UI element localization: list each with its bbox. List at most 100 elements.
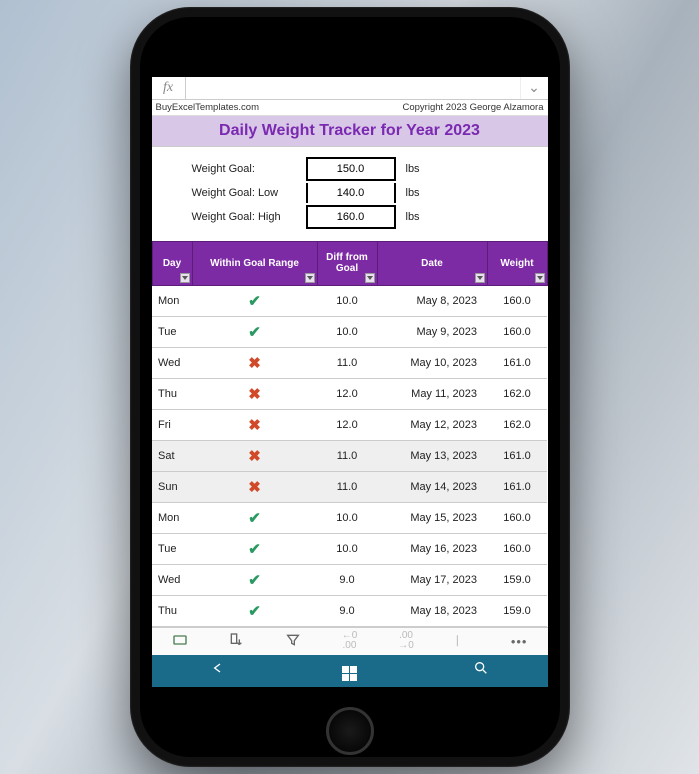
- more-partial-icon[interactable]: ⎸: [449, 635, 477, 648]
- cell-day[interactable]: Thu: [152, 595, 192, 626]
- cell-day[interactable]: Sun: [152, 471, 192, 502]
- col-date[interactable]: Date: [377, 241, 487, 285]
- cell-in-range[interactable]: ✔: [192, 502, 317, 533]
- fx-button[interactable]: fx: [152, 77, 186, 99]
- cell-in-range[interactable]: ✔: [192, 595, 317, 626]
- cell-day[interactable]: Mon: [152, 285, 192, 316]
- cell-in-range[interactable]: ✖: [192, 471, 317, 502]
- table-row[interactable]: Fri✖12.0May 12, 2023162.0: [152, 409, 547, 440]
- cell-in-range[interactable]: ✔: [192, 533, 317, 564]
- cell-weight[interactable]: 160.0: [487, 285, 547, 316]
- cell-diff[interactable]: 9.0: [317, 564, 377, 595]
- cell-weight[interactable]: 159.0: [487, 595, 547, 626]
- cell-day[interactable]: Wed: [152, 564, 192, 595]
- cell-diff[interactable]: 10.0: [317, 502, 377, 533]
- cell-diff[interactable]: 10.0: [317, 533, 377, 564]
- cell-in-range[interactable]: ✔: [192, 564, 317, 595]
- col-diff[interactable]: Diff from Goal: [317, 241, 377, 285]
- cell-date[interactable]: May 11, 2023: [377, 378, 487, 409]
- goal-value-low[interactable]: 140.0: [306, 183, 396, 203]
- cell-in-range[interactable]: ✖: [192, 378, 317, 409]
- windows-icon[interactable]: [342, 660, 357, 681]
- cell-day[interactable]: Tue: [152, 533, 192, 564]
- home-button[interactable]: [326, 707, 374, 755]
- table-row[interactable]: Sun ✖ 11.0May 14, 2023161.0: [152, 471, 547, 502]
- goal-value-target[interactable]: 150.0: [306, 157, 396, 181]
- cell-weight[interactable]: 160.0: [487, 533, 547, 564]
- cell-in-range[interactable]: ✔: [192, 316, 317, 347]
- check-icon: ✔: [248, 603, 261, 620]
- cell-date[interactable]: May 13, 2023: [377, 440, 487, 471]
- decrease-decimal-icon[interactable]: ←0.00: [335, 631, 363, 651]
- table-row[interactable]: Mon✔10.0May 15, 2023160.0: [152, 502, 547, 533]
- cross-icon: ✖: [248, 479, 261, 496]
- cell-diff[interactable]: 12.0: [317, 378, 377, 409]
- cell-weight[interactable]: 159.0: [487, 564, 547, 595]
- cell-date[interactable]: May 8, 2023: [377, 285, 487, 316]
- table-row[interactable]: Tue✔10.0May 16, 2023160.0: [152, 533, 547, 564]
- cell-date[interactable]: May 17, 2023: [377, 564, 487, 595]
- sort-icon[interactable]: [222, 632, 250, 651]
- cell-diff[interactable]: 9.0: [317, 595, 377, 626]
- cell-weight[interactable]: 160.0: [487, 316, 547, 347]
- cell-day[interactable]: Wed: [152, 347, 192, 378]
- cell-day[interactable]: Sat: [152, 440, 192, 471]
- table-header-row: Day Within Goal Range Diff from Goal Dat…: [152, 241, 547, 285]
- col-day[interactable]: Day: [152, 241, 192, 285]
- increase-decimal-icon[interactable]: .00→0: [392, 631, 420, 651]
- goal-value-high[interactable]: 160.0: [306, 205, 396, 229]
- filter-dropdown-icon[interactable]: [475, 273, 485, 283]
- cell-date[interactable]: May 10, 2023: [377, 347, 487, 378]
- cell-diff[interactable]: 10.0: [317, 285, 377, 316]
- cell-date[interactable]: May 18, 2023: [377, 595, 487, 626]
- cell-day[interactable]: Fri: [152, 409, 192, 440]
- cell-weight[interactable]: 162.0: [487, 409, 547, 440]
- cell-day[interactable]: Mon: [152, 502, 192, 533]
- filter-icon[interactable]: [279, 632, 307, 651]
- cell-date[interactable]: May 12, 2023: [377, 409, 487, 440]
- cell-date[interactable]: May 16, 2023: [377, 533, 487, 564]
- cell-weight[interactable]: 162.0: [487, 378, 547, 409]
- more-icon[interactable]: •••: [505, 634, 533, 649]
- search-icon[interactable]: [473, 660, 489, 681]
- excel-toolbar: ←0.00 .00→0 ⎸ •••: [152, 627, 548, 655]
- filter-dropdown-icon[interactable]: [180, 273, 190, 283]
- cell-diff[interactable]: 11.0: [317, 471, 377, 502]
- cell-date[interactable]: May 15, 2023: [377, 502, 487, 533]
- cell-date[interactable]: May 9, 2023: [377, 316, 487, 347]
- cell-weight[interactable]: 160.0: [487, 502, 547, 533]
- cell-diff[interactable]: 11.0: [317, 440, 377, 471]
- back-icon[interactable]: [210, 660, 226, 681]
- cell-day[interactable]: Thu: [152, 378, 192, 409]
- cell-diff[interactable]: 11.0: [317, 347, 377, 378]
- cell-weight[interactable]: 161.0: [487, 347, 547, 378]
- cell-in-range[interactable]: ✖: [192, 347, 317, 378]
- table-row[interactable]: Wed✔9.0May 17, 2023159.0: [152, 564, 547, 595]
- cell-in-range[interactable]: ✔: [192, 285, 317, 316]
- table-row[interactable]: Thu✖12.0May 11, 2023162.0: [152, 378, 547, 409]
- col-weight[interactable]: Weight: [487, 241, 547, 285]
- filter-dropdown-icon[interactable]: [535, 273, 545, 283]
- cell-date[interactable]: May 14, 2023: [377, 471, 487, 502]
- table-row[interactable]: Tue ✔ 10.0May 9, 2023160.0: [152, 316, 547, 347]
- cell-day[interactable]: Tue: [152, 316, 192, 347]
- goal-row-high: Weight Goal: High 160.0 lbs: [162, 205, 538, 229]
- col-within-range[interactable]: Within Goal Range: [192, 241, 317, 285]
- cell-in-range[interactable]: ✖: [192, 409, 317, 440]
- cell-in-range[interactable]: ✖: [192, 440, 317, 471]
- table-row[interactable]: Sat✖11.0May 13, 2023161.0: [152, 440, 547, 471]
- cell-diff[interactable]: 10.0: [317, 316, 377, 347]
- formula-expand-button[interactable]: ⌄: [520, 77, 548, 99]
- col-label: Diff from Goal: [326, 252, 368, 274]
- cell-weight[interactable]: 161.0: [487, 471, 547, 502]
- cell-diff[interactable]: 12.0: [317, 409, 377, 440]
- check-icon: ✔: [248, 324, 261, 341]
- table-row[interactable]: Wed✖11.0May 10, 2023161.0: [152, 347, 547, 378]
- filter-dropdown-icon[interactable]: [365, 273, 375, 283]
- table-row[interactable]: Mon✔10.0May 8, 2023160.0: [152, 285, 547, 316]
- table-row[interactable]: Thu ✔ 9.0May 18, 2023159.0: [152, 595, 547, 626]
- card-view-icon[interactable]: [166, 632, 194, 651]
- goal-row-target: Weight Goal: 150.0 lbs: [162, 157, 538, 181]
- cell-weight[interactable]: 161.0: [487, 440, 547, 471]
- filter-dropdown-icon[interactable]: [305, 273, 315, 283]
